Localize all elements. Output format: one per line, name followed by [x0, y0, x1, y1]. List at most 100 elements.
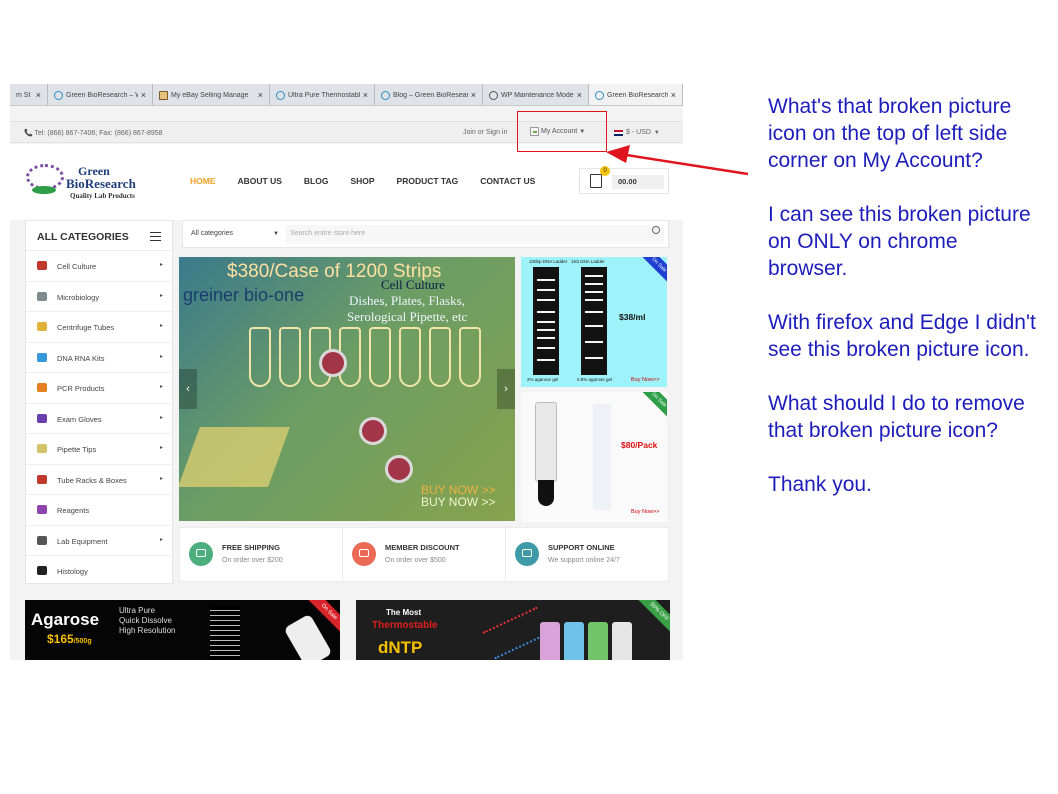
- currency-selector[interactable]: $ - USD ▼: [614, 129, 660, 136]
- category-item[interactable]: Reagents: [26, 495, 172, 526]
- site-header: Green BioResearch Quality Lab Products H…: [10, 144, 683, 220]
- feature-strip: FREE SHIPPING On order over $200 MEMBER DI…: [179, 527, 669, 582]
- category-icon: [37, 535, 47, 545]
- category-list: Cell Culture ▸ Microbiology ▸ Centrifuge Tub…: [26, 251, 172, 587]
- category-item[interactable]: Cell Culture ▸: [26, 251, 172, 282]
- pcr-tube-graphic: [459, 327, 481, 387]
- agarose-feature-line: High Resolution: [119, 626, 176, 635]
- feature-item: SUPPORT ONLINE We support online 24/7: [506, 528, 668, 581]
- dntp-banner[interactable]: The Most Thermostable dNTP 50% OFF: [356, 600, 670, 660]
- category-label: Reagents: [57, 506, 90, 515]
- tab-title: Blog – Green BioResearc: [393, 91, 468, 99]
- dna-ladder-promo[interactable]: 100bp DNA Ladder 1Kb DNA Ladder $38/ml O…: [521, 257, 667, 387]
- browser-tab[interactable]: Green BioResearch – We×: [48, 84, 153, 105]
- browser-tab[interactable]: Green BioResearch – We×: [589, 84, 683, 105]
- category-icon: [37, 322, 47, 331]
- category-label: Cell Culture: [57, 262, 97, 271]
- ladder-lane-graphic: [593, 404, 611, 510]
- category-icon: [37, 261, 47, 270]
- tab-title: Green BioResearch – We: [66, 91, 138, 99]
- join-signin-link[interactable]: Join or Sign in: [463, 129, 507, 136]
- hero-brand: greiner bio-one: [183, 285, 305, 305]
- category-label: Microbiology: [57, 292, 100, 302]
- feature-subtitle: On order over $200: [222, 557, 283, 564]
- tab-title: Ultra Pure Thermostable: [288, 91, 360, 99]
- promo-buy-now[interactable]: Buy Now>>: [631, 377, 659, 383]
- gel-caption-1: 2% agarose gel: [527, 377, 559, 382]
- category-item[interactable]: Histology: [26, 556, 172, 587]
- pcr-tube-graphic: [429, 327, 451, 387]
- ladder-caption-1kb: 1Kb DNA Ladder: [571, 259, 605, 264]
- culture-dish-graphic: [385, 455, 413, 483]
- gel-lane-graphic: [533, 267, 559, 375]
- close-icon[interactable]: ×: [671, 90, 676, 100]
- hero-line-1: Cell Culture: [381, 277, 445, 292]
- search-icon[interactable]: [652, 226, 660, 234]
- protein-ladder-promo[interactable]: $80/Pack On Sale Buy Now>>: [521, 392, 667, 522]
- nav-item-home[interactable]: HOME: [190, 176, 216, 186]
- browser-tab[interactable]: My eBay Selling Manage ×: [153, 84, 270, 105]
- category-item[interactable]: Tube Racks & Boxes ▸: [26, 465, 172, 495]
- dntp-subtitle: Thermostable: [372, 620, 438, 631]
- agarose-title: Agarose: [31, 610, 100, 629]
- nav-item-shop[interactable]: SHOP: [350, 176, 374, 186]
- close-icon[interactable]: ×: [141, 90, 146, 100]
- category-label: Exam Gloves: [57, 414, 102, 424]
- vial-graphic: [535, 402, 557, 482]
- category-item[interactable]: Exam Gloves ▸: [26, 404, 172, 434]
- category-label: PCR Products: [57, 384, 105, 393]
- category-select[interactable]: All categories ▼: [189, 227, 281, 242]
- chevron-right-icon: ▸: [159, 414, 163, 421]
- agarose-feature-line: Ultra Pure: [119, 606, 156, 615]
- close-icon[interactable]: ×: [36, 90, 41, 100]
- gel-caption-2: 0.8% agarose gel: [577, 377, 613, 382]
- browser-tab[interactable]: WP Maintenance Mode ×: [483, 84, 589, 105]
- nav-item-about-us[interactable]: ABOUT US: [238, 176, 282, 186]
- chevron-right-icon: ▸: [159, 262, 163, 268]
- slider-prev-arrow[interactable]: ‹: [179, 369, 197, 409]
- close-icon[interactable]: ×: [363, 90, 368, 100]
- category-item[interactable]: Lab Equipment ▸: [26, 526, 172, 556]
- contact-info: 📞 Tel: (866) 867-7406; Fax: (866) 867-89…: [24, 130, 163, 137]
- close-icon[interactable]: ×: [258, 90, 263, 100]
- category-item[interactable]: PCR Products ▸: [26, 373, 172, 404]
- logo-line-2: BioResearch: [66, 176, 136, 191]
- browser-tab[interactable]: m St ×: [10, 84, 48, 105]
- category-item[interactable]: Pipette Tips ▸: [26, 434, 172, 465]
- chevron-right-icon: ▸: [159, 292, 163, 299]
- category-item[interactable]: Microbiology ▸: [26, 282, 172, 312]
- site-logo[interactable]: Green BioResearch Quality Lab Products: [26, 162, 146, 202]
- feature-title: MEMBER DISCOUNT: [385, 543, 460, 552]
- search-input[interactable]: Search entire store here: [286, 225, 664, 244]
- ladder-caption-100bp: 100bp DNA Ladder: [529, 259, 568, 264]
- agarose-banner[interactable]: Agarose $165/500g Ultra Pure Quick Dissol…: [25, 600, 340, 660]
- browser-tab[interactable]: Blog – Green BioResearc ×: [375, 84, 483, 105]
- slider-next-arrow[interactable]: ›: [497, 369, 515, 409]
- chevron-right-icon: ▸: [159, 384, 163, 390]
- nav-item-contact-us[interactable]: CONTACT US: [480, 176, 535, 186]
- browser-tab[interactable]: Ultra Pure Thermostable ×: [270, 84, 375, 105]
- leaf-icon: [54, 90, 63, 100]
- close-icon[interactable]: ×: [577, 90, 582, 100]
- nav-item-blog[interactable]: BLOG: [304, 176, 329, 186]
- uk-flag-icon: [614, 129, 623, 136]
- agarose-price: $165/500g: [47, 632, 92, 646]
- hero-line-3: Serological Pipette, etc: [347, 309, 468, 324]
- category-label: DNA RNA Kits: [57, 353, 105, 363]
- hero-slider[interactable]: $380/Case of 1200 Strips greiner bio-one…: [179, 257, 515, 521]
- headset-icon: [515, 542, 539, 566]
- close-icon[interactable]: ×: [471, 90, 476, 100]
- question-paragraph: Thank you.: [768, 473, 872, 496]
- category-label: Lab Equipment: [57, 536, 108, 546]
- category-item[interactable]: Centrifuge Tubes ▸: [26, 312, 172, 343]
- hamburger-icon[interactable]: [150, 232, 161, 241]
- discount-ribbon: 50% OFF: [637, 600, 670, 634]
- callout-arrow-icon: [606, 145, 749, 176]
- tube-rack-graphic: [179, 427, 290, 487]
- category-menu-header[interactable]: ALL CATEGORIES: [26, 221, 172, 251]
- category-item[interactable]: DNA RNA Kits ▸: [26, 343, 172, 373]
- question-paragraph: What's that broken picture icon on the t…: [768, 95, 1012, 172]
- main-nav: HOME ABOUT US BLOG SHOP PRODUCT TAG CONTACT U…: [190, 176, 557, 186]
- nav-item-product-tag[interactable]: PRODUCT TAG: [397, 176, 459, 186]
- promo-buy-now[interactable]: Buy Now>>: [631, 509, 659, 515]
